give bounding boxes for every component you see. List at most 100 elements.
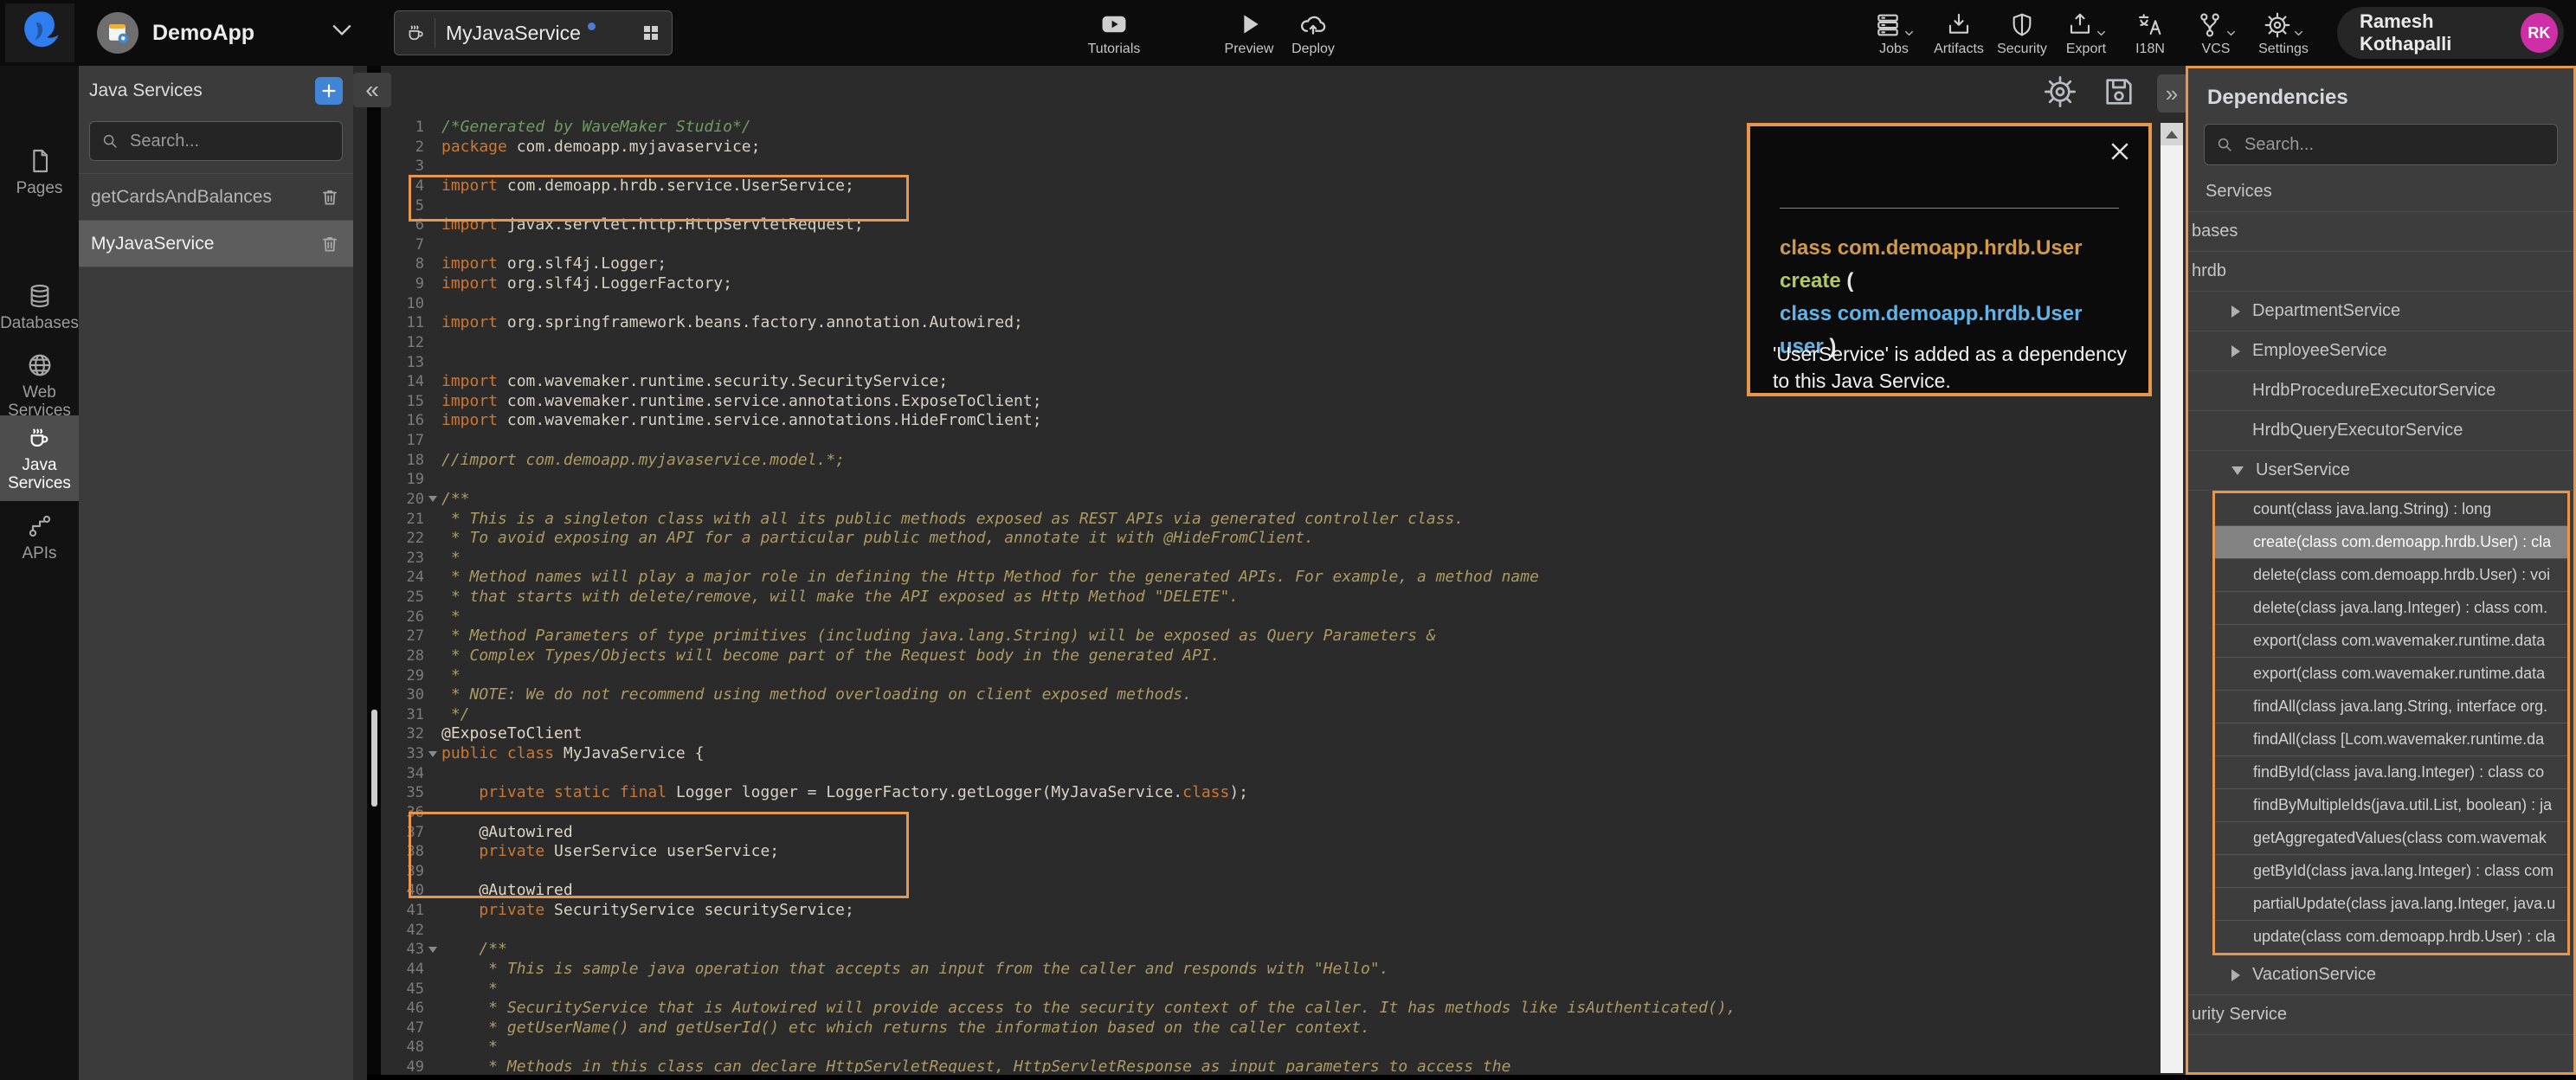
topbar-action-artifacts[interactable]: Artifacts bbox=[1922, 8, 1995, 57]
code-line[interactable]: 43 /** bbox=[381, 940, 2186, 960]
app-switcher-chevron[interactable] bbox=[331, 22, 353, 42]
userservice-method[interactable]: count(class java.lang.String) : long bbox=[2215, 493, 2567, 526]
top-bar: DemoApp MyJavaService Ramesh Kothapalli … bbox=[0, 0, 2576, 66]
dependency-tree-item[interactable]: EmployeeService bbox=[2188, 331, 2573, 371]
dependency-tree-item[interactable]: DepartmentService bbox=[2188, 292, 2573, 331]
code-line[interactable]: 22 * To avoid exposing an API for a part… bbox=[381, 529, 2186, 549]
dependency-tree-item[interactable]: UserService bbox=[2188, 451, 2573, 491]
wavemaker-logo[interactable] bbox=[5, 3, 74, 62]
sidebar-item-java-services[interactable]: Java Services bbox=[0, 415, 79, 501]
user-menu[interactable]: Ramesh Kothapalli RK bbox=[2337, 7, 2564, 59]
code-line[interactable]: 32@ExposeToClient bbox=[381, 724, 2186, 744]
code-line[interactable]: 41 private SecurityService securityServi… bbox=[381, 901, 2186, 921]
dependency-tree-item[interactable]: hrdb bbox=[2188, 252, 2573, 292]
code-line[interactable]: 37 @Autowired bbox=[381, 823, 2186, 843]
userservice-method[interactable]: partialUpdate(class java.lang.Integer, j… bbox=[2215, 888, 2567, 921]
code-line[interactable]: 24 * Method names will play a major role… bbox=[381, 568, 2186, 588]
settings-icon[interactable] bbox=[2043, 74, 2077, 109]
trash-icon[interactable] bbox=[319, 186, 341, 209]
code-line[interactable]: 33public class MyJavaService { bbox=[381, 744, 2186, 764]
trash-icon[interactable] bbox=[319, 233, 341, 255]
scroll-up-button[interactable] bbox=[2161, 123, 2183, 145]
code-line[interactable]: 45 * bbox=[381, 980, 2186, 1000]
userservice-method[interactable]: findById(class java.lang.Integer) : clas… bbox=[2215, 756, 2567, 789]
open-file-tab[interactable]: MyJavaService bbox=[394, 10, 673, 55]
code-line[interactable]: 25 * that starts with delete/remove, wil… bbox=[381, 588, 2186, 608]
code-line[interactable]: 19 bbox=[381, 470, 2186, 490]
userservice-method[interactable]: create(class com.demoapp.hrdb.User) : cl… bbox=[2215, 526, 2567, 559]
topbar-action-vcs[interactable]: VCS bbox=[2180, 8, 2252, 57]
sidebar-item-apis[interactable]: APIs bbox=[0, 504, 79, 571]
dependency-tree-item[interactable]: urity Service bbox=[2188, 995, 2573, 1035]
code-line[interactable]: 28 * Complex Types/Objects will become p… bbox=[381, 646, 2186, 666]
dependency-tree-item[interactable]: Services bbox=[2188, 172, 2573, 212]
code-line[interactable]: 48 * bbox=[381, 1038, 2186, 1058]
dependencies-title: Dependencies bbox=[2188, 68, 2573, 112]
code-line[interactable]: 20/** bbox=[381, 490, 2186, 510]
dependency-tree-item[interactable]: VacationService bbox=[2188, 955, 2573, 995]
code-line[interactable]: 16import com.wavemaker.runtime.service.a… bbox=[381, 411, 2186, 431]
service-list-item[interactable]: MyJavaService bbox=[79, 221, 353, 267]
topbar-action-settings[interactable]: Settings bbox=[2247, 8, 2320, 57]
code-line[interactable]: 39 bbox=[381, 862, 2186, 882]
save-icon[interactable] bbox=[2102, 74, 2136, 109]
code-line[interactable]: 36 bbox=[381, 803, 2186, 823]
code-line[interactable]: 23 * bbox=[381, 549, 2186, 569]
close-icon[interactable] bbox=[2107, 138, 2133, 169]
code-line[interactable]: 21 * This is a singleton class with all … bbox=[381, 510, 2186, 530]
fold-marker-icon[interactable] bbox=[424, 940, 441, 960]
userservice-method[interactable]: update(class com.demoapp.hrdb.User) : cl… bbox=[2215, 921, 2567, 953]
userservice-method[interactable]: delete(class com.demoapp.hrdb.User) : vo… bbox=[2215, 559, 2567, 592]
grid-icon[interactable] bbox=[641, 22, 661, 43]
code-line[interactable]: 31 */ bbox=[381, 705, 2186, 725]
dependency-tree-item[interactable]: bases bbox=[2188, 212, 2573, 252]
editor-scrollbar[interactable] bbox=[2161, 123, 2183, 1073]
userservice-method[interactable]: export(class com.wavemaker.runtime.data bbox=[2215, 658, 2567, 691]
code-line[interactable]: 30 * NOTE: We do not recommend using met… bbox=[381, 685, 2186, 705]
dependency-tree-item[interactable]: HrdbQueryExecutorService bbox=[2188, 411, 2573, 451]
userservice-method[interactable]: getById(class java.lang.Integer) : class… bbox=[2215, 855, 2567, 888]
app-name[interactable]: DemoApp bbox=[152, 0, 254, 66]
sidebar-item-pages[interactable]: Pages bbox=[0, 138, 79, 206]
collapse-panel-button[interactable]: « bbox=[353, 73, 391, 107]
fold-marker-icon[interactable] bbox=[424, 744, 441, 764]
code-line[interactable]: 17 bbox=[381, 431, 2186, 451]
code-line[interactable]: 44 * This is sample java operation that … bbox=[381, 960, 2186, 980]
topbar-action-export[interactable]: Export bbox=[2050, 8, 2122, 57]
topbar-action-i18n[interactable]: I18N bbox=[2114, 8, 2186, 57]
dependencies-search[interactable] bbox=[2204, 124, 2558, 165]
code-line[interactable]: 34 bbox=[381, 764, 2186, 784]
panel-scrollbar-thumb[interactable] bbox=[371, 710, 377, 807]
topbar-action-jobs[interactable]: Jobs bbox=[1858, 8, 1930, 57]
service-search[interactable] bbox=[89, 121, 343, 161]
topbar-action-tutorials[interactable]: Tutorials bbox=[1075, 8, 1153, 57]
project-avatar[interactable] bbox=[97, 12, 138, 54]
topbar-action-security[interactable]: Security bbox=[1986, 8, 2058, 57]
code-line[interactable]: 27 * Method Parameters of type primitive… bbox=[381, 627, 2186, 646]
code-line[interactable]: 29 * bbox=[381, 666, 2186, 686]
userservice-method[interactable]: getAggregatedValues(class com.wavemak bbox=[2215, 822, 2567, 855]
code-line[interactable]: 35 private static final Logger logger = … bbox=[381, 783, 2186, 803]
sidebar-item-databases[interactable]: Databases bbox=[0, 273, 79, 341]
expand-dependencies-button[interactable]: » bbox=[2157, 74, 2186, 112]
code-line[interactable]: 42 bbox=[381, 921, 2186, 941]
code-line[interactable]: 18//import com.demoapp.myjavaservice.mod… bbox=[381, 451, 2186, 471]
code-line[interactable]: 38 private UserService userService; bbox=[381, 842, 2186, 862]
userservice-method[interactable]: findAll(class java.lang.String, interfac… bbox=[2215, 691, 2567, 723]
code-line[interactable]: 49 * Methods in this class can declare H… bbox=[381, 1058, 2186, 1073]
add-service-button[interactable] bbox=[315, 77, 343, 105]
userservice-method[interactable]: delete(class java.lang.Integer) : class … bbox=[2215, 592, 2567, 625]
code-line[interactable]: 26 * bbox=[381, 608, 2186, 627]
service-search-input[interactable] bbox=[128, 131, 332, 152]
topbar-action-deploy[interactable]: Deploy bbox=[1274, 8, 1352, 57]
userservice-method[interactable]: export(class com.wavemaker.runtime.data bbox=[2215, 625, 2567, 658]
service-list-item[interactable]: getCardsAndBalances bbox=[79, 174, 353, 221]
code-line[interactable]: 40 @Autowired bbox=[381, 881, 2186, 901]
fold-marker-icon[interactable] bbox=[424, 490, 441, 510]
code-line[interactable]: 47 * getUserName() and getUserId() etc w… bbox=[381, 1019, 2186, 1038]
dependencies-search-input[interactable] bbox=[2243, 134, 2547, 156]
userservice-method[interactable]: findByMultipleIds(java.util.List, boolea… bbox=[2215, 789, 2567, 822]
dependency-tree-item[interactable]: HrdbProcedureExecutorService bbox=[2188, 371, 2573, 411]
code-line[interactable]: 46 * SecurityService that is Autowired w… bbox=[381, 999, 2186, 1019]
userservice-method[interactable]: findAll(class [Lcom.wavemaker.runtime.da bbox=[2215, 723, 2567, 756]
